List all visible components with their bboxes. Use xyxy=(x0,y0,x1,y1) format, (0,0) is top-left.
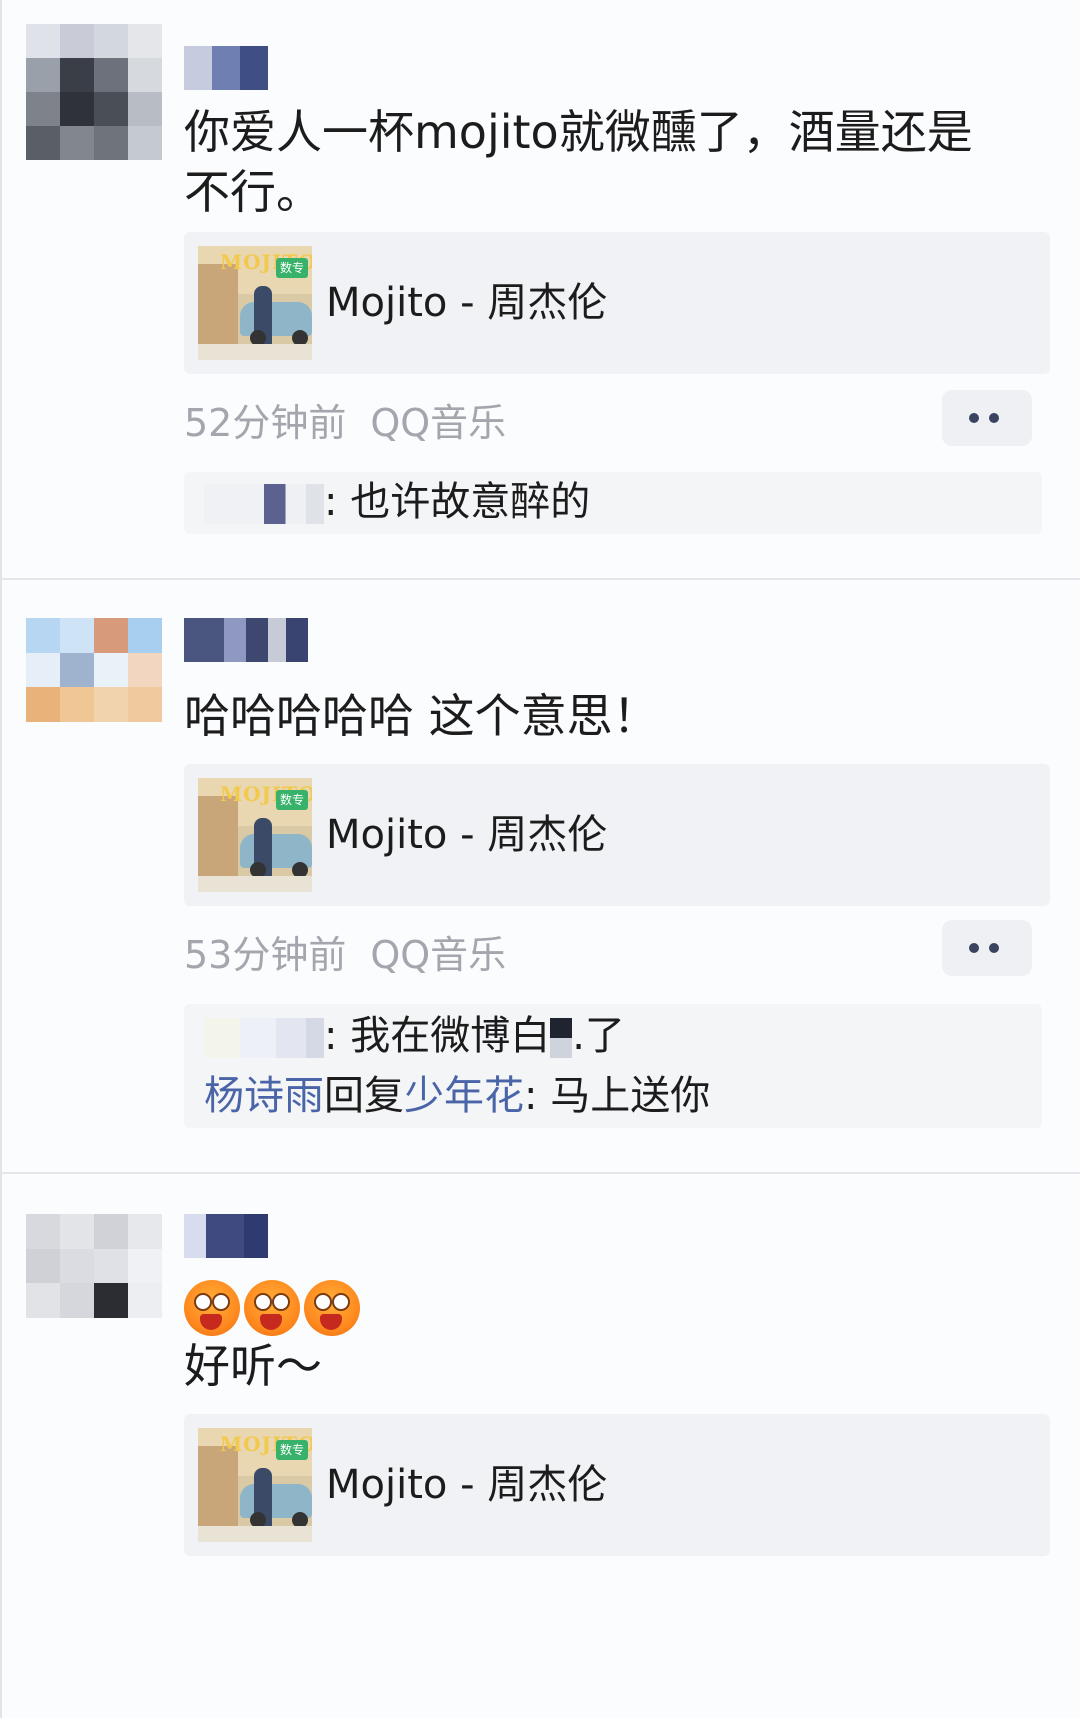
comment-text: 好听～ xyxy=(184,1339,322,1393)
surprised-face-emoji xyxy=(244,1280,300,1336)
album-tag: 数专 xyxy=(276,258,308,278)
more-dots-icon xyxy=(989,943,999,953)
more-button[interactable] xyxy=(942,390,1032,446)
divider xyxy=(2,578,1080,580)
post-meta: 52分钟前 QQ音乐 xyxy=(184,392,506,447)
album-tag: 数专 xyxy=(276,1440,308,1460)
comment-text: 哈哈哈哈哈 这个意思！ xyxy=(184,689,659,743)
post-time: 52分钟前 xyxy=(184,401,347,445)
reply-text: : 马上送你 xyxy=(524,1073,711,1119)
reply-verb: 回复 xyxy=(324,1073,404,1119)
reply-line[interactable]: 杨诗雨回复少年花: 马上送你 xyxy=(204,1068,710,1124)
album-cover: MOJITO 数专 xyxy=(198,778,312,892)
avatar[interactable] xyxy=(26,618,162,722)
reply-text: : 我在微博白 xyxy=(324,1013,551,1059)
reply-box: : 我在微博白 .了 杨诗雨回复少年花: 马上送你 xyxy=(184,1004,1042,1128)
avatar[interactable] xyxy=(26,24,162,160)
more-dots-icon xyxy=(989,413,999,423)
username-mosaic[interactable] xyxy=(184,46,268,90)
more-dots-icon xyxy=(969,413,979,423)
album-cover: MOJITO 数专 xyxy=(198,246,312,360)
song-card[interactable]: MOJITO 数专 Mojito - 周杰伦 xyxy=(184,232,1050,374)
emoji-row xyxy=(184,1280,364,1340)
surprised-face-emoji xyxy=(184,1280,240,1336)
post-meta: 53分钟前 QQ音乐 xyxy=(184,924,506,979)
song-title: Mojito - 周杰伦 xyxy=(326,812,608,858)
divider xyxy=(2,1172,1080,1174)
reply-username-mosaic[interactable] xyxy=(204,484,324,524)
album-tag: 数专 xyxy=(276,790,308,810)
text-mosaic xyxy=(550,1018,573,1058)
song-title: Mojito - 周杰伦 xyxy=(326,1462,608,1508)
username-mosaic[interactable] xyxy=(184,618,308,662)
reply-from-user[interactable]: 杨诗雨 xyxy=(204,1073,324,1119)
reply-to-user[interactable]: 少年花 xyxy=(404,1073,524,1119)
post-source[interactable]: QQ音乐 xyxy=(370,933,506,977)
song-card[interactable]: MOJITO 数专 Mojito - 周杰伦 xyxy=(184,764,1050,906)
reply-box: : 也许故意醉的 xyxy=(184,472,1042,534)
surprised-face-emoji xyxy=(304,1280,360,1336)
post-time: 53分钟前 xyxy=(184,933,347,977)
avatar[interactable] xyxy=(26,1214,162,1318)
username-mosaic[interactable] xyxy=(184,1214,268,1258)
post-source[interactable]: QQ音乐 xyxy=(370,401,506,445)
album-cover: MOJITO 数专 xyxy=(198,1428,312,1542)
reply-line[interactable]: : 也许故意醉的 xyxy=(204,474,590,530)
comment-text: 你爱人一杯mojito就微醺了，酒量还是 不行。 xyxy=(184,105,973,219)
reply-line[interactable]: : 我在微博白 .了 xyxy=(204,1008,625,1064)
song-card[interactable]: MOJITO 数专 Mojito - 周杰伦 xyxy=(184,1414,1050,1556)
more-button[interactable] xyxy=(942,920,1032,976)
comment-feed: 你爱人一杯mojito就微醺了，酒量还是 不行。 MOJITO 数专 Mojit… xyxy=(0,0,1080,1718)
more-dots-icon xyxy=(969,943,979,953)
song-title: Mojito - 周杰伦 xyxy=(326,280,608,326)
reply-username-mosaic[interactable] xyxy=(204,1018,324,1058)
reply-text: : 也许故意醉的 xyxy=(324,479,591,525)
reply-text-end: .了 xyxy=(572,1013,625,1059)
